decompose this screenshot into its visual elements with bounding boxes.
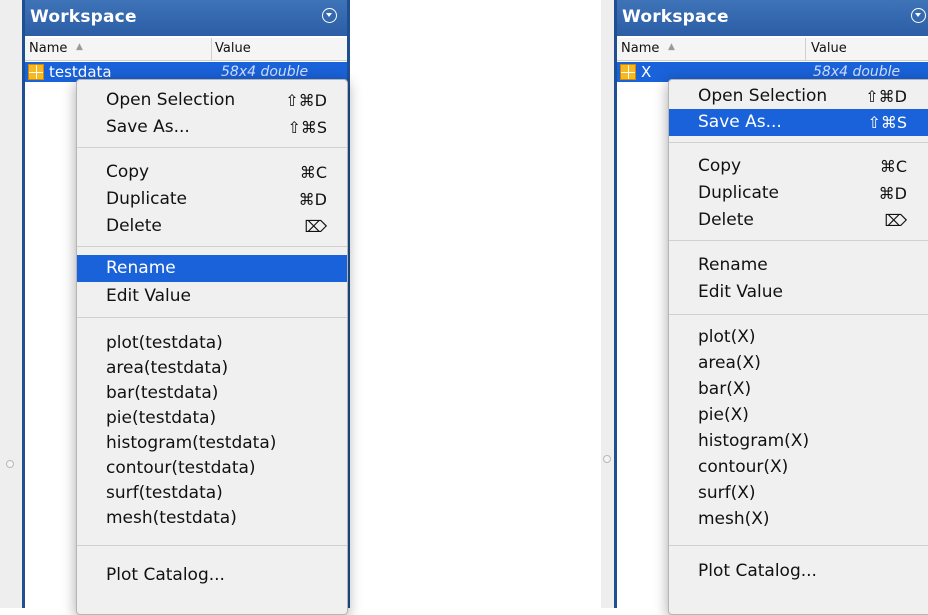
shortcut: ⇧⌘S (867, 113, 907, 132)
column-name-header[interactable]: Name (621, 41, 659, 56)
menu-item-open-selection[interactable]: Open Selection ⇧⌘D (669, 83, 928, 110)
column-header: Name ▲ Value (617, 38, 928, 61)
sort-ascending-icon: ▲ (668, 42, 675, 52)
menu-item-edit-value[interactable]: Edit Value (77, 283, 347, 310)
menu-separator (77, 246, 347, 247)
variable-value: 58x4 double (813, 64, 901, 80)
menu-item-bar[interactable]: bar(X) (669, 376, 928, 403)
menu-item-save-as[interactable]: Save As... ⇧⌘S (77, 114, 347, 141)
variable-name: X (641, 63, 652, 81)
panel-menu-icon[interactable] (911, 8, 926, 23)
menu-separator (77, 545, 347, 546)
menu-item-pie[interactable]: pie(testdata) (77, 405, 347, 432)
menu-item-duplicate[interactable]: Duplicate ⌘D (669, 180, 928, 207)
menu-item-surf[interactable]: surf(testdata) (77, 480, 347, 507)
shortcut: ⇧⌘D (865, 87, 907, 106)
column-divider[interactable] (211, 38, 212, 60)
menu-item-plot[interactable]: plot(X) (669, 324, 928, 351)
menu-item-delete[interactable]: Delete ⌦ (669, 207, 928, 234)
menu-separator (669, 142, 928, 143)
sort-ascending-icon: ▲ (76, 42, 83, 52)
column-name-header[interactable]: Name (29, 41, 67, 56)
shortcut: ⇧⌘D (285, 91, 327, 110)
menu-item-histogram[interactable]: histogram(testdata) (77, 430, 347, 457)
context-menu-left: Open Selection ⇧⌘D Save As... ⇧⌘S Copy ⌘C D… (76, 79, 348, 615)
menu-item-open-selection[interactable]: Open Selection ⇧⌘D (77, 87, 347, 114)
menu-item-save-as[interactable]: Save As... ⇧⌘S (669, 109, 928, 136)
menu-item-area[interactable]: area(X) (669, 350, 928, 377)
column-value-header[interactable]: Value (215, 41, 251, 56)
menu-item-duplicate[interactable]: Duplicate ⌘D (77, 186, 347, 213)
context-menu-right: Open Selection ⇧⌘D Save As... ⇧⌘S Copy ⌘C D… (668, 79, 928, 615)
menu-item-delete[interactable]: Delete ⌦ (77, 213, 347, 240)
menu-item-contour[interactable]: contour(testdata) (77, 455, 347, 482)
right-window-strip (601, 0, 615, 608)
matrix-grid-icon (620, 64, 636, 80)
menu-separator (669, 314, 928, 315)
menu-item-area[interactable]: area(testdata) (77, 355, 347, 382)
menu-item-rename[interactable]: Rename (77, 255, 347, 282)
panel-title: Workspace (622, 7, 729, 27)
panel-menu-icon[interactable] (322, 8, 337, 23)
menu-item-histogram[interactable]: histogram(X) (669, 428, 928, 455)
column-value-header[interactable]: Value (811, 41, 847, 56)
menu-separator (669, 240, 928, 241)
menu-item-mesh[interactable]: mesh(testdata) (77, 505, 347, 532)
shortcut: ⌘D (878, 184, 907, 203)
workspace-titlebar: Workspace (25, 0, 347, 36)
menu-item-copy[interactable]: Copy ⌘C (669, 153, 928, 180)
shortcut: ⌘C (299, 163, 327, 182)
splitter-handle-icon[interactable] (603, 455, 611, 463)
menu-item-plot-catalog[interactable]: Plot Catalog... (77, 562, 347, 589)
workspace-titlebar: Workspace (617, 0, 928, 36)
shortcut: ⌘C (879, 157, 907, 176)
menu-separator (77, 317, 347, 318)
panel-title: Workspace (30, 7, 137, 27)
menu-separator (77, 147, 347, 148)
delete-key-icon: ⌦ (304, 217, 327, 236)
left-window-strip (0, 0, 23, 608)
menu-item-copy[interactable]: Copy ⌘C (77, 159, 347, 186)
menu-item-bar[interactable]: bar(testdata) (77, 380, 347, 407)
shortcut: ⌘D (298, 190, 327, 209)
delete-key-icon: ⌦ (884, 211, 907, 230)
matrix-grid-icon (28, 64, 44, 80)
menu-item-pie[interactable]: pie(X) (669, 402, 928, 429)
column-header: Name ▲ Value (25, 38, 347, 61)
menu-separator (669, 545, 928, 546)
shortcut: ⇧⌘S (287, 118, 327, 137)
variable-value: 58x4 double (221, 64, 309, 80)
menu-item-edit-value[interactable]: Edit Value (669, 279, 928, 306)
menu-item-contour[interactable]: contour(X) (669, 454, 928, 481)
menu-item-rename[interactable]: Rename (669, 252, 928, 279)
menu-item-surf[interactable]: surf(X) (669, 480, 928, 507)
menu-item-mesh[interactable]: mesh(X) (669, 506, 928, 533)
column-divider[interactable] (805, 38, 806, 60)
splitter-handle-icon[interactable] (6, 460, 14, 468)
menu-item-plot-catalog[interactable]: Plot Catalog... (669, 558, 928, 585)
menu-item-plot[interactable]: plot(testdata) (77, 330, 347, 357)
